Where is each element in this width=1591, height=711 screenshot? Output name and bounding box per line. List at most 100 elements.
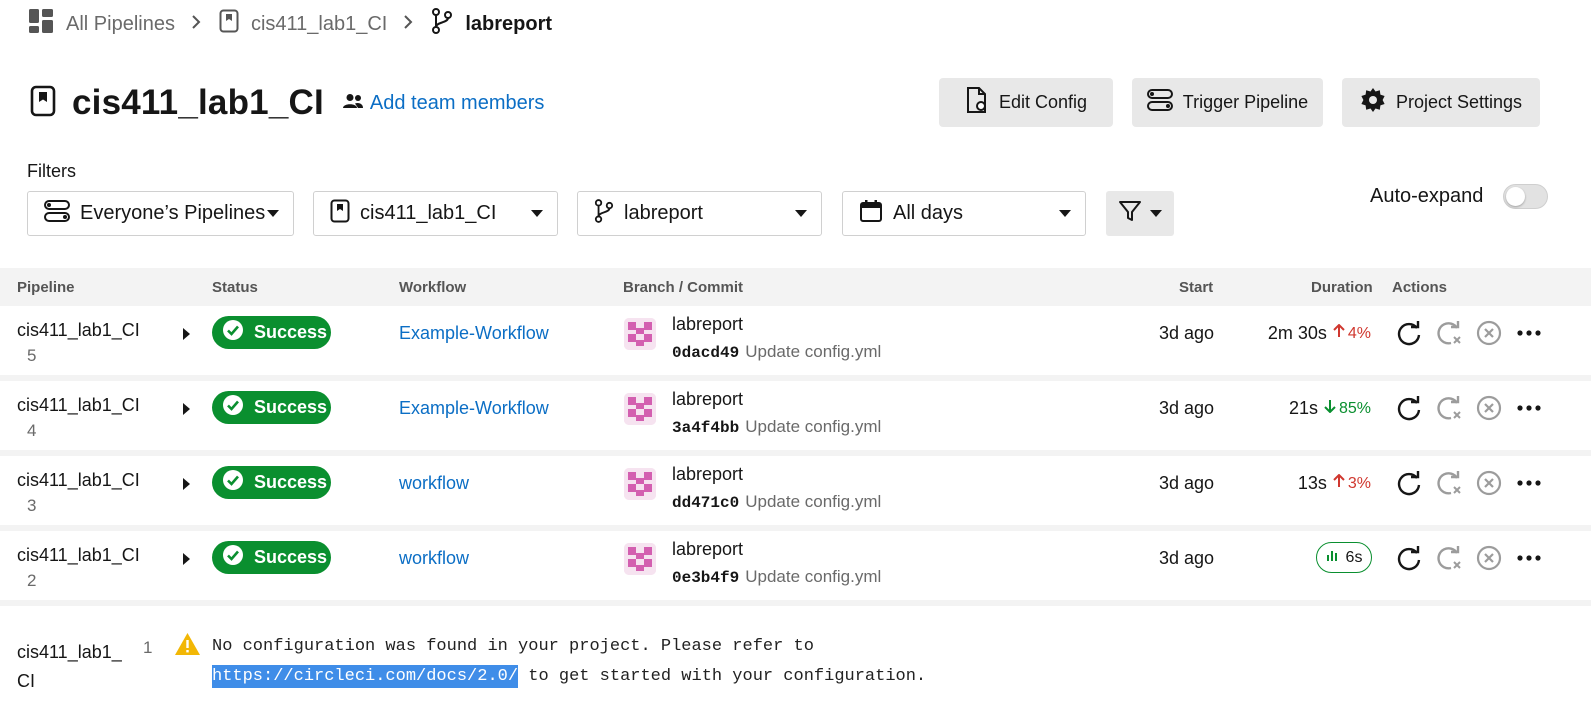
rerun-failed-icon[interactable]	[1436, 545, 1462, 571]
breadcrumb-label: cis411_lab1_CI	[250, 12, 388, 35]
page-header: cis411_lab1_CI Add team members Edit Con…	[30, 78, 1591, 128]
rerun-failed-icon[interactable]	[1436, 395, 1462, 421]
more-icon[interactable]	[1516, 395, 1542, 421]
branch-icon	[431, 8, 453, 40]
commit-info[interactable]: dd471c0 Update config.yml	[672, 492, 881, 512]
commit-hash: 0dacd49	[672, 344, 740, 362]
cancel-icon[interactable]	[1476, 470, 1502, 496]
branch-name[interactable]: labreport	[672, 389, 743, 410]
add-team-members-link[interactable]: Add team members	[342, 91, 545, 115]
grid-icon	[28, 8, 54, 40]
workflow-link[interactable]: Example-Workflow	[399, 398, 549, 419]
more-icon[interactable]	[1516, 545, 1542, 571]
cancel-icon[interactable]	[1476, 320, 1502, 346]
breadcrumb: All Pipelines cis411_lab1_CI labreport	[28, 8, 552, 40]
status-label: Success	[254, 397, 328, 417]
rerun-icon[interactable]	[1396, 320, 1422, 346]
arrow-up-icon	[1333, 323, 1345, 343]
status-label: Success	[254, 322, 328, 342]
commit-message: Update config.yml	[745, 492, 882, 511]
edit-config-button[interactable]: Edit Config	[939, 78, 1113, 127]
start-time: 3d ago	[1158, 398, 1214, 418]
duration-value: 21s	[1288, 398, 1318, 418]
branch-name[interactable]: labreport	[672, 464, 743, 485]
status-badge[interactable]: Success	[212, 316, 331, 349]
breadcrumb-branch[interactable]: labreport	[431, 8, 552, 40]
duration: 2m 30s 4%	[1268, 323, 1371, 344]
rerun-icon[interactable]	[1396, 470, 1422, 496]
bar-chart-icon	[1326, 548, 1340, 567]
chevron-down-icon	[267, 210, 279, 217]
duration: 21s 85%	[1289, 398, 1371, 419]
expand-row-icon[interactable]	[183, 478, 190, 490]
table-row: cis411_lab1_CI 5 Success Example-Workflo…	[0, 306, 1591, 375]
branch-name[interactable]: labreport	[672, 314, 743, 335]
pipelines-filter-value: Everyone’s Pipelines	[80, 202, 266, 224]
cancel-icon[interactable]	[1476, 395, 1502, 421]
duration-change: 85%	[1324, 399, 1371, 418]
workflow-link[interactable]: workflow	[399, 473, 469, 494]
project-settings-button[interactable]: Project Settings	[1342, 78, 1540, 127]
status-badge[interactable]: Success	[212, 391, 331, 424]
trigger-pipeline-button[interactable]: Trigger Pipeline	[1132, 78, 1323, 127]
pipelines-filter-dropdown[interactable]: Everyone’s Pipelines	[27, 191, 294, 236]
project-filter-dropdown[interactable]: cis411_lab1_CI	[313, 191, 558, 236]
expand-row-icon[interactable]	[183, 403, 190, 415]
commit-info[interactable]: 0e3b4f9 Update config.yml	[672, 567, 881, 587]
workflow-link[interactable]: Example-Workflow	[399, 323, 549, 344]
auto-expand-label: Auto-expand	[1370, 185, 1484, 207]
branch-icon	[594, 198, 614, 229]
status-badge[interactable]: Success	[212, 466, 331, 499]
row-actions	[1396, 545, 1542, 571]
more-filters-button[interactable]	[1106, 191, 1174, 236]
auto-expand-toggle[interactable]	[1503, 184, 1549, 209]
breadcrumb-all-pipelines[interactable]: All Pipelines	[28, 8, 175, 40]
rerun-failed-icon[interactable]	[1436, 470, 1462, 496]
pipeline-number: 5	[27, 346, 37, 365]
commit-message: Update config.yml	[745, 417, 882, 436]
more-icon[interactable]	[1516, 470, 1542, 496]
rerun-icon[interactable]	[1396, 395, 1422, 421]
filters-label: Filters	[27, 161, 76, 181]
row-actions	[1396, 320, 1542, 346]
check-circle-icon	[222, 544, 244, 571]
breadcrumb-project[interactable]: cis411_lab1_CI	[219, 9, 387, 39]
expand-row-icon[interactable]	[183, 553, 190, 565]
duration-badge[interactable]: 6s	[1316, 542, 1372, 573]
commit-message: Update config.yml	[745, 567, 882, 586]
title-wrap: cis411_lab1_CI Add team members	[30, 78, 544, 128]
commit-info[interactable]: 3a4f4bb Update config.yml	[672, 417, 881, 437]
page-title: cis411_lab1_CI	[72, 83, 324, 122]
project-icon	[219, 9, 239, 39]
project-icon	[330, 199, 350, 229]
status-label: Success	[254, 472, 328, 492]
rerun-failed-icon[interactable]	[1436, 320, 1462, 346]
branch-name[interactable]: labreport	[672, 539, 743, 560]
pipeline-name[interactable]: cis411_lab1_CI	[17, 320, 140, 341]
more-icon[interactable]	[1516, 320, 1542, 346]
pipeline-name[interactable]: cis411_lab1_CI	[17, 638, 132, 696]
change-value: 85%	[1338, 399, 1371, 417]
add-team-label: Add team members	[369, 91, 545, 114]
cancel-icon[interactable]	[1476, 545, 1502, 571]
date-filter-dropdown[interactable]: All days	[842, 191, 1086, 236]
chevron-down-icon	[1150, 210, 1162, 217]
warning-icon	[174, 632, 201, 661]
pipeline-name[interactable]: cis411_lab1_CI	[17, 545, 140, 566]
rerun-icon[interactable]	[1396, 545, 1422, 571]
row-actions	[1396, 395, 1542, 421]
trigger-pipeline-label: Trigger Pipeline	[1182, 92, 1309, 112]
table-header: Pipeline Status Workflow Branch / Commit…	[0, 268, 1591, 306]
pipelines-icon	[44, 199, 70, 228]
commit-info[interactable]: 0dacd49 Update config.yml	[672, 342, 881, 362]
branch-filter-dropdown[interactable]: labreport	[577, 191, 822, 236]
workflow-link[interactable]: workflow	[399, 548, 469, 569]
docs-link[interactable]: https://circleci.com/docs/2.0/	[212, 665, 519, 688]
column-pipeline: Pipeline	[17, 279, 75, 296]
status-badge[interactable]: Success	[212, 541, 331, 574]
pipeline-name[interactable]: cis411_lab1_CI	[17, 395, 140, 416]
project-icon	[30, 85, 56, 122]
pipeline-name[interactable]: cis411_lab1_CI	[17, 470, 140, 491]
start-time: 3d ago	[1158, 323, 1214, 343]
expand-row-icon[interactable]	[183, 328, 190, 340]
